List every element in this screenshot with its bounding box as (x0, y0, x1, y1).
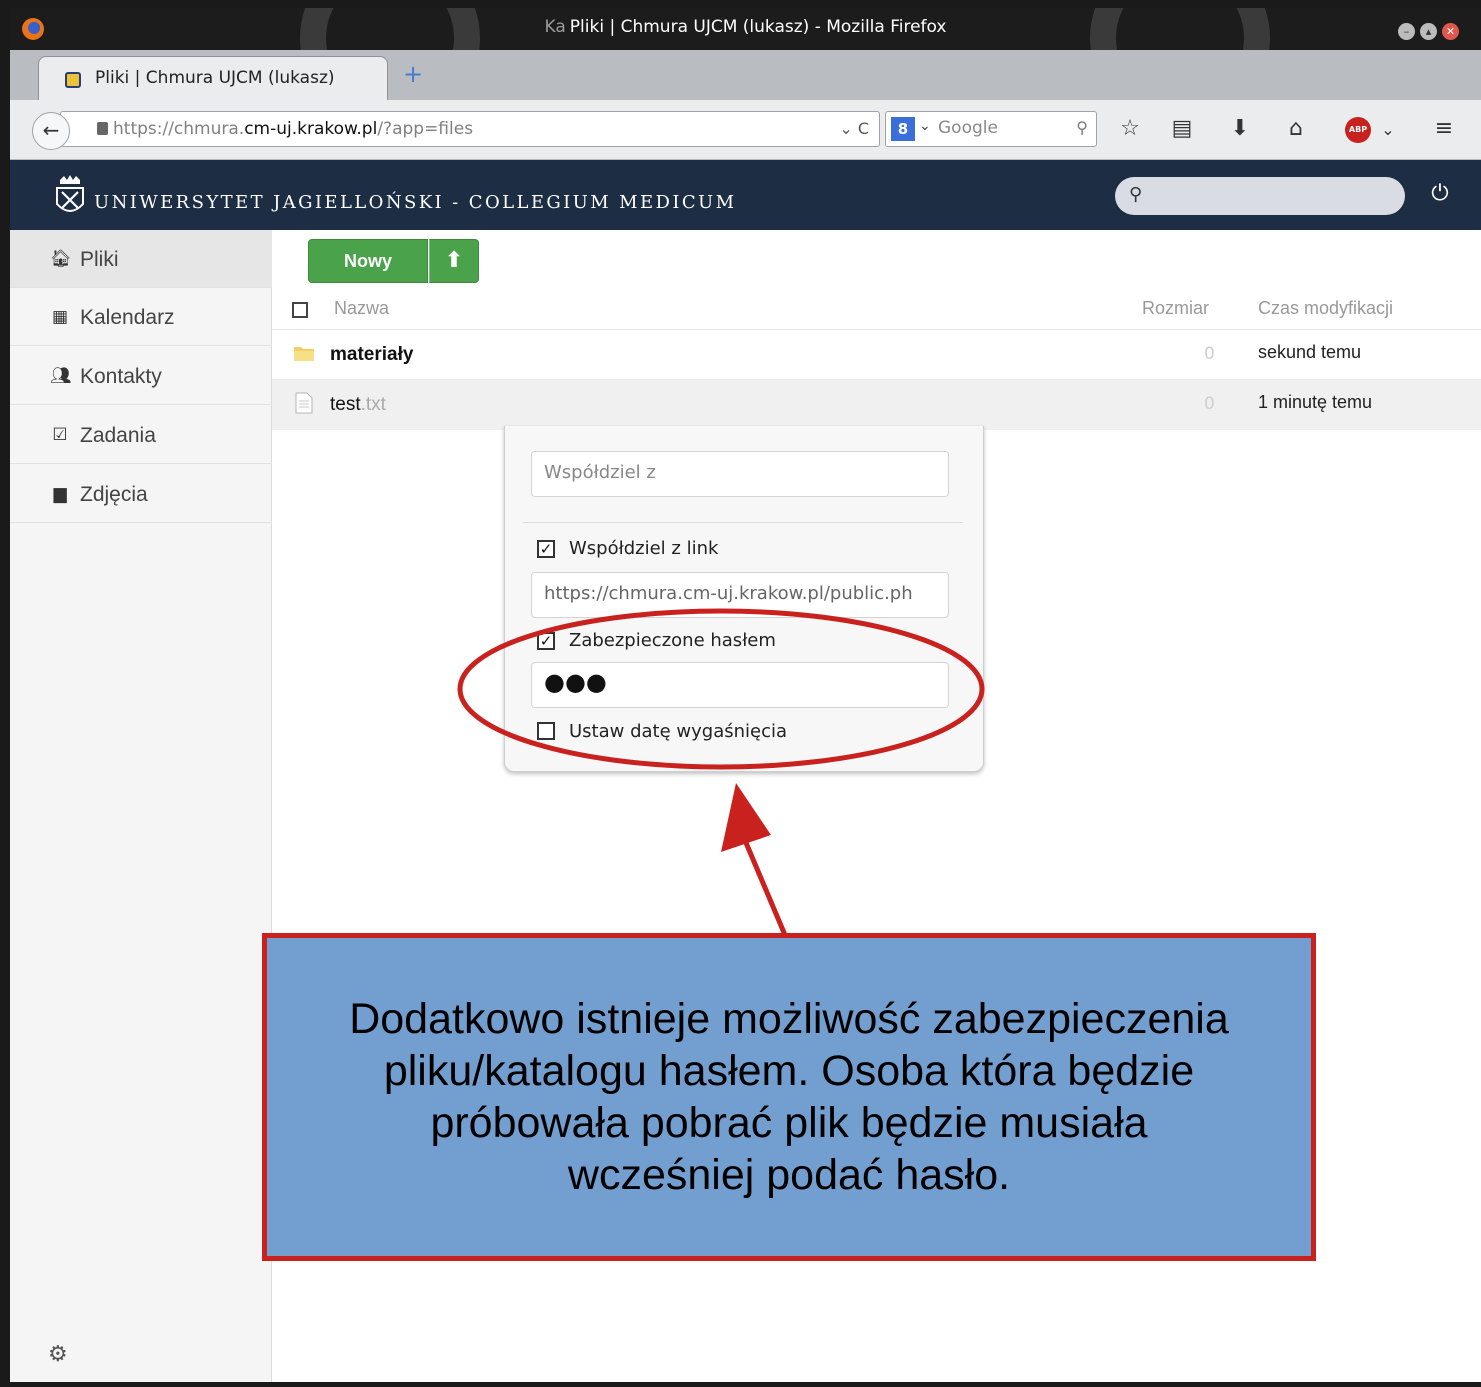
chevron-down-icon[interactable]: ⌄ (1374, 120, 1402, 139)
annotation-text: Dodatkowo istnieje możliwość zabezpiecze… (349, 995, 1229, 1199)
files-table-header: Nazwa Rozmiar Czas modyfikacji (272, 290, 1481, 330)
new-tab-button[interactable]: + (402, 62, 424, 86)
photos-icon: ▆ (53, 484, 67, 504)
sidebar-item-pliki[interactable]: 🏠︎ Pliki (10, 230, 272, 288)
text-file-icon (295, 392, 313, 414)
url-prefix: https://chmura. (113, 119, 245, 139)
url-text[interactable]: https://chmura.cm-uj.krakow.pl/?app=file… (113, 119, 473, 139)
url-domain: cm-uj.krakow.pl (244, 119, 378, 139)
back-button[interactable]: ← (32, 112, 70, 150)
url-bar[interactable]: https://chmura.cm-uj.krakow.pl/?app=file… (60, 111, 880, 147)
expire-date-label: Ustaw datę wygaśnięcia (569, 721, 788, 742)
search-bar[interactable]: 8 ⌄ Google ⚲ (885, 111, 1097, 147)
adblock-icon[interactable]: ABP (1345, 117, 1371, 143)
share-link-checkbox[interactable]: ✓ (537, 540, 555, 558)
power-icon[interactable]: ⏻ (1428, 182, 1452, 206)
share-dropdown: Współdziel z ✓ Współdziel z link https:/… (504, 426, 984, 772)
sidebar-item-label: Zadania (80, 424, 156, 447)
upload-button[interactable]: ⬆ (429, 239, 479, 283)
university-crest-icon (56, 175, 84, 212)
file-basename: test (330, 394, 361, 415)
tab-strip: Pliki | Chmura UJCM (lukasz) + (10, 50, 1481, 100)
app-search-input[interactable]: ⚲ (1115, 177, 1405, 215)
file-size: 0 (1204, 394, 1215, 414)
file-name[interactable]: materiały (330, 344, 413, 366)
menu-icon[interactable]: ≡ (1430, 116, 1458, 141)
sidebar-item-zadania[interactable]: ☑ Zadania (10, 406, 272, 464)
files-controls: Nowy ⬆ (272, 230, 1481, 290)
home-icon: 🏠︎ (50, 249, 72, 269)
calendar-icon: ▦ (51, 307, 69, 327)
contacts-icon: 👥︎ (50, 366, 72, 386)
ujcm-favicon-icon (65, 72, 81, 88)
file-modified: 1 minutę temu (1258, 392, 1373, 412)
column-size[interactable]: Rozmiar (1142, 298, 1209, 319)
share-divider (523, 522, 963, 523)
home-icon[interactable]: ⌂ (1282, 116, 1310, 141)
expire-date-checkbox[interactable] (537, 722, 555, 740)
window-title: Ka Pliki | Chmura UJCM (lukasz) - Mozilla… (10, 17, 1481, 37)
reload-icon[interactable]: ⌄ C (839, 119, 869, 138)
file-modified: sekund temu (1258, 342, 1362, 362)
search-icon: ⚲ (1129, 184, 1143, 205)
tab-label: Pliki | Chmura UJCM (lukasz) (95, 68, 335, 88)
minimize-icon[interactable]: – (1398, 23, 1415, 40)
university-name: UNIWERSYTET JAGIELLOŃSKI - COLLEGIUM MED… (94, 192, 737, 213)
title-text: Pliki | Chmura UJCM (lukasz) - Mozilla F… (569, 17, 947, 37)
table-row[interactable]: test.txt 0 1 minutę temu (272, 380, 1481, 430)
password-protect-label: Zabezpieczone hasłem (569, 630, 776, 651)
tasks-icon: ☑ (52, 425, 68, 445)
column-modified[interactable]: Czas modyfikacji (1258, 298, 1393, 319)
password-input[interactable]: ●●● (531, 662, 949, 708)
search-icon[interactable]: ⚲ (1076, 118, 1088, 137)
sidebar-item-label: Pliki (80, 248, 119, 271)
sidebar-item-label: Zdjęcia (80, 483, 148, 506)
upload-arrow-icon: ⬆ (444, 248, 464, 273)
sidebar-item-kalendarz[interactable]: ▦ Kalendarz (10, 288, 272, 346)
close-window-icon[interactable]: ✕ (1442, 23, 1459, 40)
desktop-frame: Ka Pliki | Chmura UJCM (lukasz) - Mozilla… (0, 0, 1481, 1387)
password-protect-checkbox[interactable]: ✓ (537, 632, 555, 650)
annotation-callout: Dodatkowo istnieje możliwość zabezpiecze… (262, 933, 1316, 1261)
file-extension: .txt (360, 394, 386, 415)
share-link-url-field[interactable]: https://chmura.cm-uj.krakow.pl/public.ph (531, 572, 949, 618)
search-placeholder: Google (938, 118, 998, 138)
sidebar-item-kontakty[interactable]: 👥︎ Kontakty (10, 347, 272, 405)
title-prefix: Ka (544, 17, 566, 37)
sidebar-item-label: Kalendarz (80, 306, 175, 329)
table-row[interactable]: materiały 0 sekund temu (272, 330, 1481, 380)
select-all-checkbox[interactable] (292, 302, 308, 318)
new-button[interactable]: Nowy (308, 239, 428, 283)
maximize-icon[interactable]: ▴ (1420, 23, 1437, 40)
app-header: UNIWERSYTET JAGIELLOŃSKI - COLLEGIUM MED… (10, 160, 1481, 230)
share-link-label: Współdziel z link (569, 538, 719, 559)
folder-icon (294, 347, 314, 361)
search-engine-icon[interactable]: 8 (891, 117, 915, 141)
url-suffix: /?app=files (377, 119, 474, 139)
download-icon[interactable]: ⬇ (1226, 116, 1254, 141)
file-name[interactable]: test.txt (330, 394, 386, 416)
reading-list-icon[interactable]: ▤ (1168, 116, 1196, 141)
share-with-input[interactable]: Współdziel z (531, 451, 949, 497)
app-sidebar: 🏠︎ Pliki ▦ Kalendarz 👥︎ Kontakty ☑ Zadan… (10, 230, 272, 1382)
window-titlebar: Ka Pliki | Chmura UJCM (lukasz) - Mozilla… (10, 8, 1481, 50)
sidebar-item-label: Kontakty (80, 365, 162, 388)
file-size: 0 (1204, 344, 1215, 364)
chevron-down-icon[interactable]: ⌄ (919, 118, 931, 134)
sidebar-item-zdjecia[interactable]: ▆ Zdjęcia (10, 465, 272, 523)
navigation-bar: https://chmura.cm-uj.krakow.pl/?app=file… (10, 100, 1481, 160)
column-name[interactable]: Nazwa (334, 298, 389, 319)
settings-gear-icon[interactable]: ⚙ (48, 1342, 68, 1367)
bookmark-star-icon[interactable]: ☆ (1116, 116, 1144, 141)
lock-icon (97, 122, 108, 135)
tab-pliki[interactable]: Pliki | Chmura UJCM (lukasz) (38, 56, 388, 100)
